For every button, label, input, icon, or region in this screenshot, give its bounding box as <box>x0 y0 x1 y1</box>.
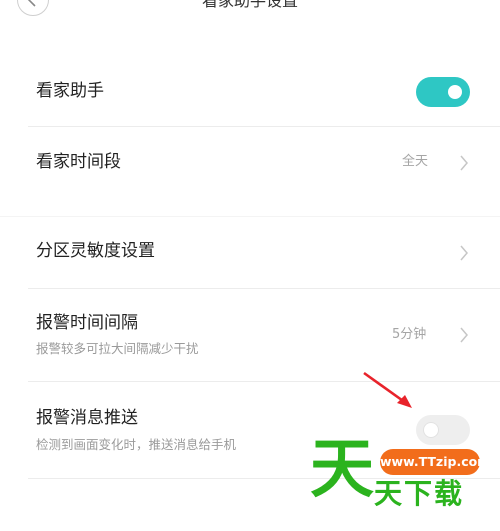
watermark-site-name: 天下载 <box>374 477 465 510</box>
guard-assistant-toggle[interactable] <box>416 77 470 107</box>
watermark-logo: 天 www.TTzip.com 天下载 <box>300 432 500 531</box>
toggle-knob <box>448 85 462 99</box>
setting-description: 报警较多可拉大间隔减少干扰 <box>36 341 199 356</box>
setting-row-guard-assistant[interactable]: 看家助手 <box>0 56 500 126</box>
setting-label: 看家时间段 <box>36 152 121 172</box>
setting-value: 全天 <box>402 154 429 169</box>
chevron-right-icon <box>460 245 468 261</box>
setting-label: 分区灵敏度设置 <box>36 241 155 261</box>
setting-label: 报警时间间隔 <box>36 313 138 333</box>
watermark-big-char: 天 <box>310 433 374 507</box>
chevron-right-icon <box>460 327 468 343</box>
setting-row-guard-period[interactable]: 看家时间段 全天 <box>0 127 500 197</box>
chevron-right-icon <box>460 155 468 171</box>
setting-label: 看家助手 <box>36 81 104 101</box>
setting-value: 5分钟 <box>392 327 427 342</box>
setting-label: 报警消息推送 <box>36 408 138 428</box>
setting-description: 检测到画面变化时，推送消息给手机 <box>36 437 237 452</box>
watermark-url: www.TTzip.com <box>380 449 490 475</box>
setting-row-alarm-interval[interactable]: 报警时间间隔 报警较多可拉大间隔减少干扰 5分钟 <box>0 289 500 381</box>
setting-row-zone-sensitivity[interactable]: 分区灵敏度设置 <box>0 217 500 287</box>
header: 看家助手设置 <box>0 0 500 16</box>
annotation-arrow-icon <box>363 371 412 408</box>
page-title: 看家助手设置 <box>201 0 298 10</box>
